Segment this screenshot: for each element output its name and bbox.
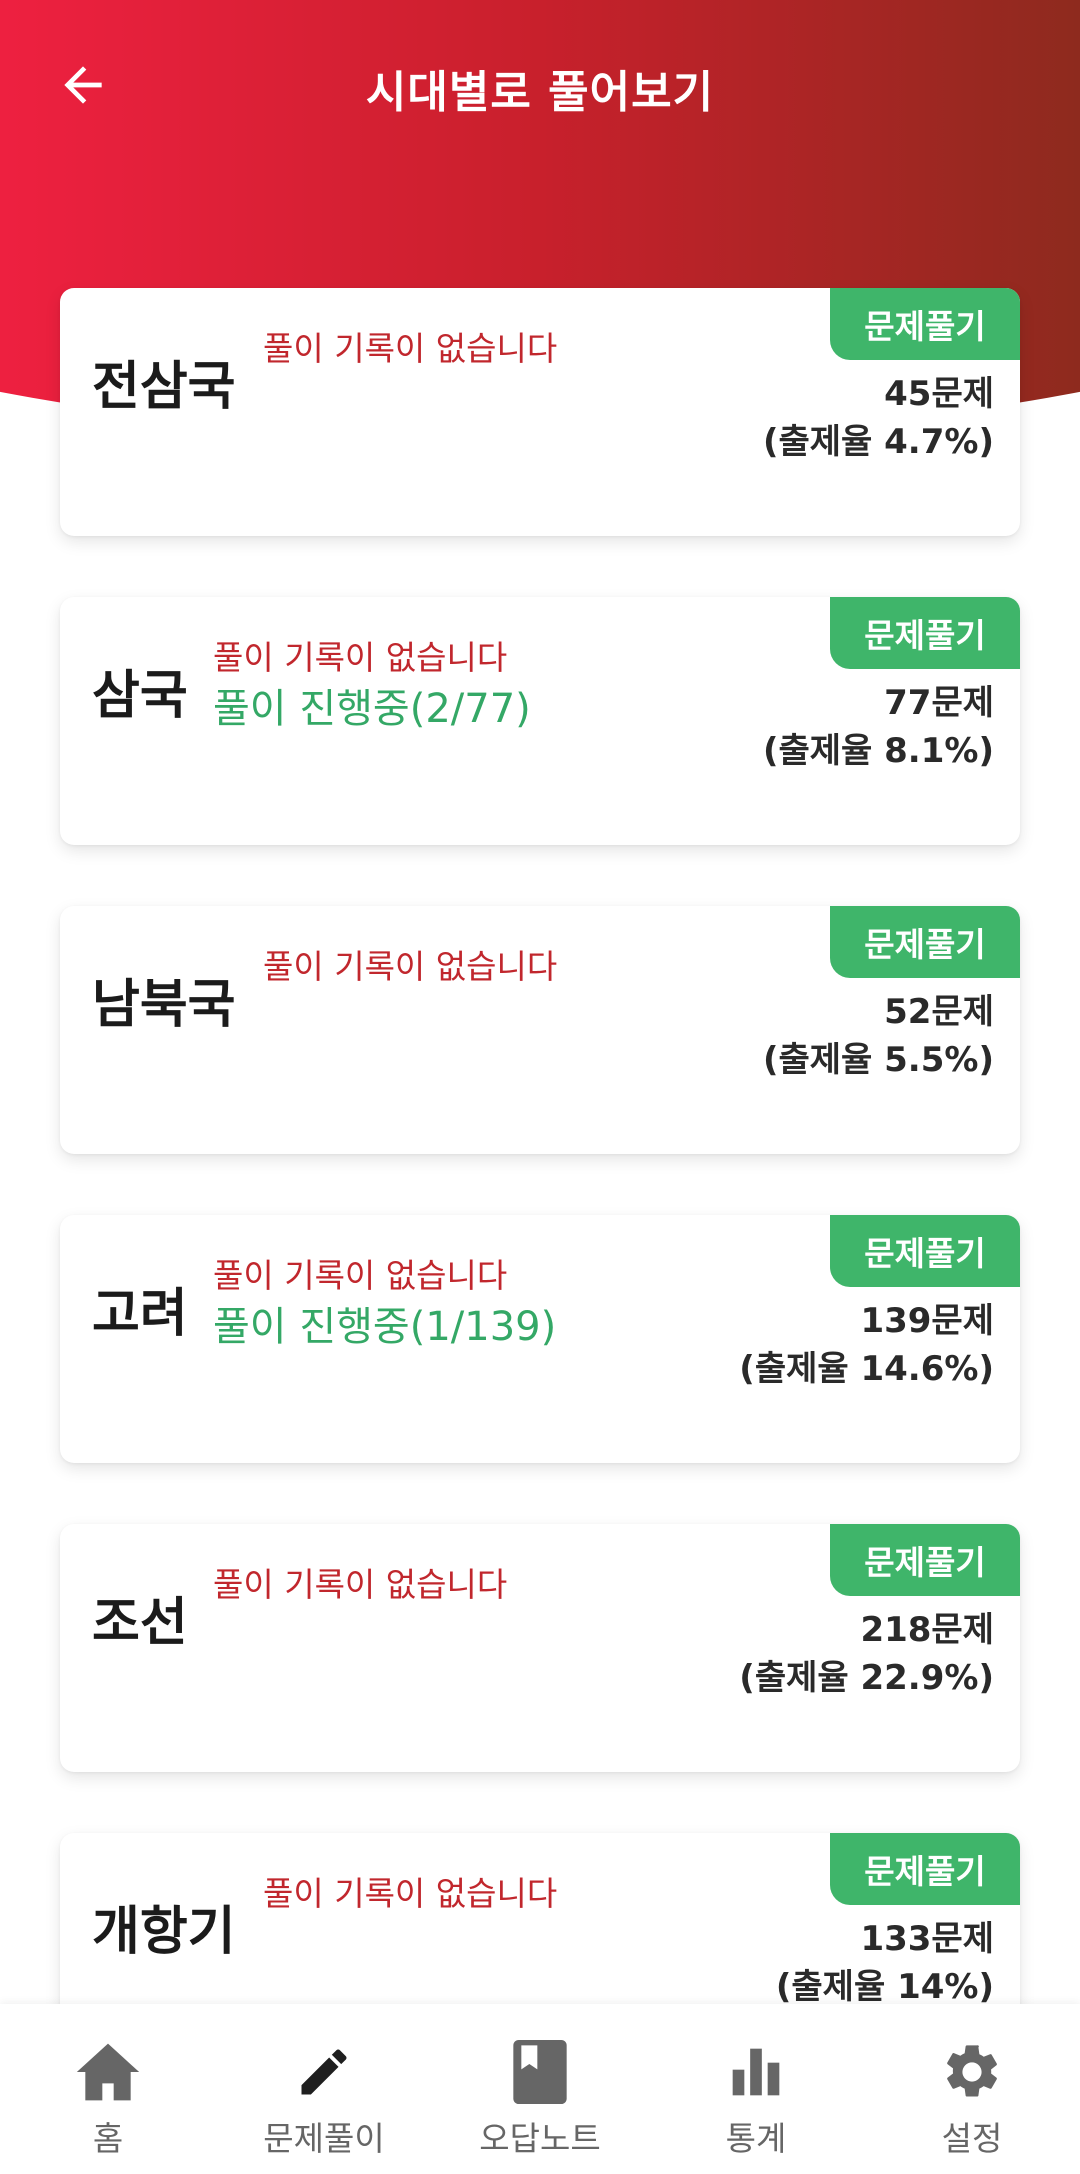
app-bar: 시대별로 풀어보기	[0, 0, 1080, 170]
question-total: 218문제	[860, 1610, 994, 1650]
exam-rate: (출제율 22.9%)	[739, 1658, 994, 1698]
question-total: 77문제	[884, 683, 994, 723]
era-status: 풀이 기록이 없습니다 풀이 진행중(1/139)	[213, 1253, 556, 1355]
exam-rate: (출제율 4.7%)	[762, 422, 994, 462]
solve-button[interactable]: 문제풀기	[830, 1833, 1020, 1905]
era-name: 고려	[92, 1284, 188, 1344]
question-count: 139문제 (출제율 14.6%)	[739, 1297, 994, 1393]
exam-rate: (출제율 5.5%)	[762, 1040, 994, 1080]
exam-rate: (출제율 14.6%)	[739, 1349, 994, 1389]
era-list: 전삼국 풀이 기록이 없습니다 문제풀기 45문제 (출제율 4.7%) 삼국 …	[60, 288, 1020, 2142]
nav-item-problems[interactable]: 문제풀이	[216, 2004, 432, 2174]
solve-button[interactable]: 문제풀기	[830, 597, 1020, 669]
solve-button[interactable]: 문제풀기	[830, 288, 1020, 360]
era-status: 풀이 기록이 없습니다 풀이 진행중(2/77)	[213, 635, 531, 737]
home-icon	[76, 2043, 140, 2101]
bottom-navigation: 홈 문제풀이 오답노트 통계 설정	[0, 2004, 1080, 2174]
status-no-record: 풀이 기록이 없습니다	[263, 329, 558, 368]
era-status: 풀이 기록이 없습니다	[263, 1871, 557, 1917]
question-count: 52문제 (출제율 5.5%)	[763, 988, 994, 1084]
era-name: 남북국	[92, 975, 236, 1035]
status-no-record: 풀이 기록이 없습니다	[213, 1256, 508, 1295]
nav-label: 홈	[92, 2119, 124, 2158]
question-count: 218문제 (출제율 22.9%)	[739, 1606, 994, 1702]
nav-label: 통계	[725, 2119, 787, 2158]
pencil-icon	[301, 2049, 347, 2095]
question-total: 133문제	[860, 1919, 994, 1959]
era-card-goryeo[interactable]: 고려 풀이 기록이 없습니다 풀이 진행중(1/139) 문제풀기 139문제 …	[60, 1215, 1020, 1463]
era-status: 풀이 기록이 없습니다	[263, 944, 557, 990]
nav-label: 설정	[941, 2119, 1003, 2158]
nav-item-settings[interactable]: 설정	[864, 2004, 1080, 2174]
status-in-progress: 풀이 진행중(2/77)	[213, 686, 531, 732]
era-name: 개항기	[92, 1902, 236, 1962]
status-no-record: 풀이 기록이 없습니다	[263, 947, 558, 986]
status-no-record: 풀이 기록이 없습니다	[213, 1565, 508, 1604]
exam-rate: (출제율 8.1%)	[762, 731, 994, 771]
solve-button[interactable]: 문제풀기	[830, 1524, 1020, 1596]
era-name: 전삼국	[92, 357, 236, 417]
bookmark-book-icon	[513, 2040, 567, 2104]
nav-label: 오답노트	[479, 2119, 601, 2158]
question-total: 139문제	[860, 1301, 994, 1341]
era-card-samguk[interactable]: 삼국 풀이 기록이 없습니다 풀이 진행중(2/77) 문제풀기 77문제 (출…	[60, 597, 1020, 845]
nav-item-home[interactable]: 홈	[0, 2004, 216, 2174]
bar-chart-icon	[732, 2048, 780, 2096]
era-card-jeonsamguk[interactable]: 전삼국 풀이 기록이 없습니다 문제풀기 45문제 (출제율 4.7%)	[60, 288, 1020, 536]
era-card-nambukguk[interactable]: 남북국 풀이 기록이 없습니다 문제풀기 52문제 (출제율 5.5%)	[60, 906, 1020, 1154]
status-no-record: 풀이 기록이 없습니다	[213, 638, 508, 677]
page-title: 시대별로 풀어보기	[365, 67, 715, 118]
nav-label: 문제풀이	[263, 2119, 385, 2158]
era-name: 조선	[92, 1593, 188, 1653]
question-count: 45문제 (출제율 4.7%)	[763, 370, 994, 466]
era-name: 삼국	[92, 666, 188, 726]
solve-button[interactable]: 문제풀기	[830, 1215, 1020, 1287]
nav-item-statistics[interactable]: 통계	[648, 2004, 864, 2174]
status-in-progress: 풀이 진행중(1/139)	[213, 1304, 557, 1350]
question-count: 77문제 (출제율 8.1%)	[763, 679, 994, 775]
era-status: 풀이 기록이 없습니다	[263, 326, 557, 372]
question-total: 45문제	[884, 374, 994, 414]
gear-icon	[947, 2045, 997, 2097]
solve-button[interactable]: 문제풀기	[830, 906, 1020, 978]
era-card-joseon[interactable]: 조선 풀이 기록이 없습니다 문제풀기 218문제 (출제율 22.9%)	[60, 1524, 1020, 1772]
status-no-record: 풀이 기록이 없습니다	[263, 1874, 558, 1913]
question-total: 52문제	[884, 992, 994, 1032]
era-status: 풀이 기록이 없습니다	[213, 1562, 507, 1608]
question-count: 133문제 (출제율 14%)	[776, 1915, 994, 2011]
nav-item-wrong-notes[interactable]: 오답노트	[432, 2004, 648, 2174]
